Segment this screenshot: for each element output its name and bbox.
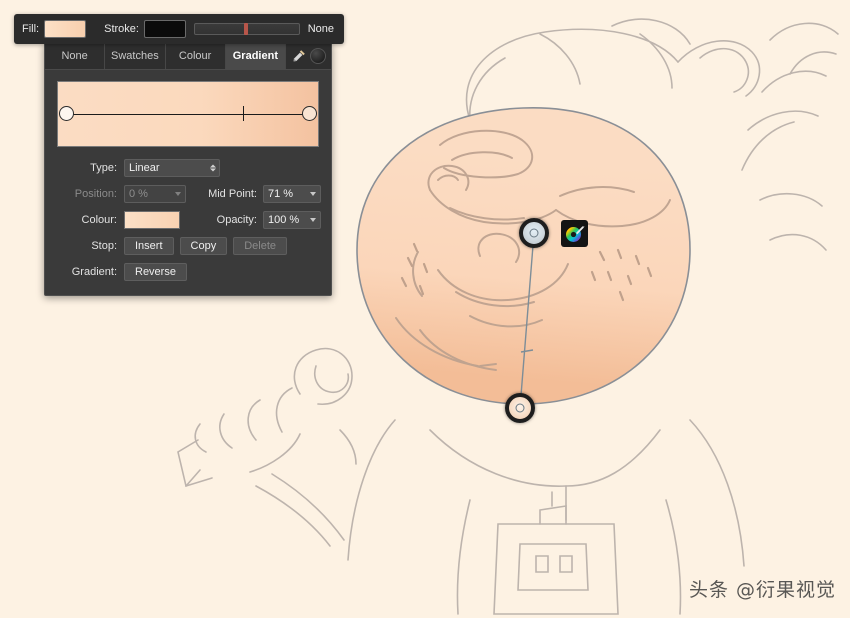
gradient-stop-end[interactable] (302, 106, 317, 121)
type-label: Type: (90, 162, 117, 174)
position-value: 0 % (129, 188, 148, 200)
gradient-start-handle-core (529, 228, 539, 238)
stop-insert-button[interactable]: Insert (124, 237, 174, 255)
tab-gradient[interactable]: Gradient (225, 43, 286, 69)
midpoint-group: Mid Point: 71 % (208, 185, 321, 203)
gradient-stop-start[interactable] (59, 106, 74, 121)
stroke-swatch[interactable] (143, 20, 186, 38)
type-stepper-icon[interactable] (210, 164, 216, 172)
colour-swatch[interactable] (124, 211, 180, 229)
midpoint-caret-icon[interactable] (310, 192, 316, 196)
stroke-width-thumb[interactable] (243, 23, 248, 35)
application-window: Fill: Stroke: None None Swatches Colour … (0, 0, 850, 618)
gradient-start-handle[interactable] (519, 218, 549, 248)
stop-copy-button[interactable]: Copy (179, 237, 228, 255)
stroke-width-slider[interactable] (193, 23, 300, 35)
type-select[interactable]: Linear (124, 159, 220, 177)
colour-label: Colour: (81, 214, 117, 226)
type-value: Linear (129, 162, 160, 174)
position-caret-icon[interactable] (175, 192, 181, 196)
opacity-value: 100 % (268, 214, 300, 226)
opacity-input[interactable]: 100 % (263, 211, 321, 229)
colour-opacity-row: Colour: Opacity: 100 % (55, 211, 321, 229)
stroke-label: Stroke: (104, 23, 139, 35)
colour-palette-button[interactable] (561, 220, 588, 247)
gradient-panel: None Swatches Colour Gradient Type: Line… (44, 42, 332, 296)
gradient-settings-form: Type: Linear Position: 0 % Mid Point: 71… (45, 159, 331, 281)
gradient-preview[interactable] (57, 81, 319, 147)
fill-swatch[interactable] (44, 20, 87, 38)
tab-none[interactable]: None (45, 43, 106, 69)
stop-row: Stop: Insert Copy Delete (55, 237, 321, 255)
fill-label: Fill: (22, 23, 40, 35)
gradient-axis-line (63, 114, 313, 115)
gradient-row: Gradient: Reverse (55, 263, 321, 281)
panel-tab-bar: None Swatches Colour Gradient (45, 43, 331, 70)
opacity-label: Opacity: (216, 214, 257, 226)
position-label: Position: (74, 188, 117, 200)
gradient-midpoint-marker[interactable] (243, 106, 245, 121)
colour-circle-icon[interactable] (310, 48, 326, 64)
eyedropper-icon[interactable] (291, 48, 307, 64)
midpoint-value: 71 % (268, 188, 294, 200)
palette-icon (566, 226, 585, 242)
midpoint-input[interactable]: 71 % (263, 185, 321, 203)
opacity-group: Opacity: 100 % (217, 211, 321, 229)
panel-tab-tools (286, 43, 331, 69)
gradient-end-handle[interactable] (505, 393, 535, 423)
midpoint-label: Mid Point: (208, 188, 257, 200)
gradient-end-handle-core (515, 403, 525, 413)
position-input[interactable]: 0 % (124, 185, 186, 203)
stop-label: Stop: (91, 240, 117, 252)
type-row: Type: Linear (55, 159, 321, 177)
stroke-width-none-label: None (307, 23, 334, 35)
tab-colour[interactable]: Colour (166, 43, 226, 69)
gradient-reverse-button[interactable]: Reverse (124, 263, 187, 281)
position-midpoint-row: Position: 0 % Mid Point: 71 % (55, 185, 321, 203)
gradient-label: Gradient: (71, 266, 117, 278)
fill-stroke-toolbar: Fill: Stroke: None (14, 14, 344, 44)
tab-swatches[interactable]: Swatches (105, 43, 166, 69)
watermark-text: 头条 @衍果视觉 (688, 579, 836, 601)
opacity-caret-icon[interactable] (310, 218, 316, 222)
stop-delete-button: Delete (233, 237, 287, 255)
